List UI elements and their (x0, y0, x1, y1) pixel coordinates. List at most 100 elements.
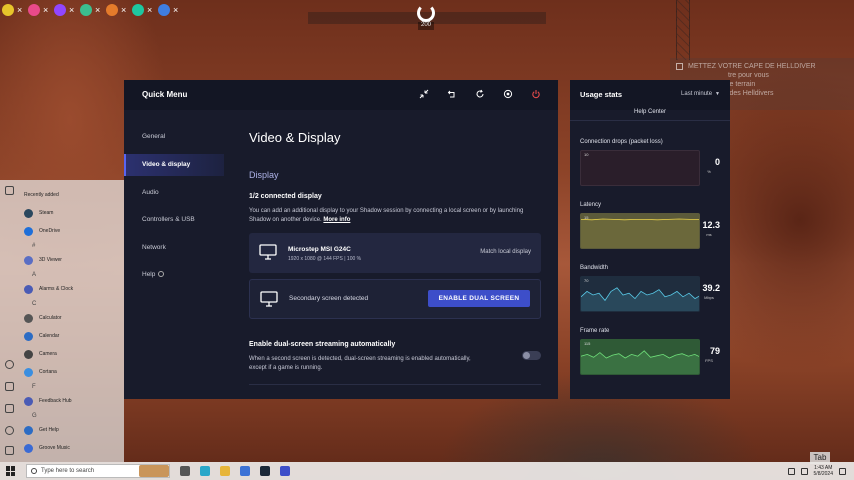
compass-icon (417, 4, 435, 22)
close-icon[interactable]: × (147, 4, 155, 16)
explorer-icon[interactable] (220, 466, 230, 476)
blue-app-icon[interactable] (158, 4, 170, 16)
stat-value: 39.2 (702, 283, 720, 293)
start-app-item[interactable]: Get Help (24, 421, 124, 439)
start-row-label: G (32, 412, 37, 419)
notifications-icon[interactable] (839, 467, 846, 475)
quick-menu-header: Quick Menu (124, 80, 558, 110)
enable-dual-screen-button[interactable]: ENABLE DUAL SCREEN (428, 290, 530, 307)
teal-app-icon[interactable] (132, 4, 144, 16)
secondary-display-card: Secondary screen detected ENABLE DUAL SC… (249, 279, 541, 319)
search-highlight-image (139, 465, 169, 477)
primary-display-name: Microstep MSI G24C (288, 246, 351, 253)
close-icon[interactable]: × (43, 4, 51, 16)
top-app-item: × (28, 3, 51, 17)
quick-menu-nav: General Video & display Audio Controllers &… (124, 110, 224, 399)
start-letter-header: C (24, 298, 124, 309)
start-app-item[interactable]: Camera (24, 345, 124, 363)
start-app-item[interactable]: Calendar (24, 327, 124, 345)
green-app-icon[interactable] (80, 4, 92, 16)
start-row-label: Calculator (39, 315, 62, 321)
minimize-window-icon[interactable] (419, 89, 429, 99)
nav-item-label: Video & display (142, 161, 191, 168)
network-icon[interactable] (787, 467, 795, 475)
stat-label: Bandwidth (580, 265, 609, 271)
record-icon[interactable] (503, 89, 513, 99)
stat-value: 0 (714, 157, 720, 167)
pictures-icon[interactable] (5, 404, 14, 413)
nav-item-help[interactable]: Help (124, 264, 224, 286)
match-local-display-button[interactable]: Match local display (480, 249, 531, 255)
nav-item-audio[interactable]: Audio (124, 182, 224, 204)
shadow-icon[interactable] (280, 466, 290, 476)
task-view-icon[interactable] (180, 466, 190, 476)
stat-axis-label: 10 (584, 152, 589, 157)
yellow-app-icon[interactable] (2, 4, 14, 16)
purple-app-icon[interactable] (54, 4, 66, 16)
start-letter-header: F (24, 381, 124, 392)
help-icon (158, 271, 165, 277)
start-app-item[interactable]: Cortana (24, 363, 124, 381)
period-select[interactable]: Last minute ▼ (681, 91, 720, 97)
start-app-list: Recently added Steam OneDrive #3D Viewer A Al… (24, 186, 124, 457)
reset-icon[interactable] (447, 89, 457, 99)
divider (249, 384, 541, 385)
edge-icon[interactable] (200, 466, 210, 476)
volume-icon[interactable] (800, 467, 808, 475)
hud-distance: 200 (418, 22, 434, 30)
video-display-content: Video & Display Display 1/2 connected di… (249, 110, 549, 399)
close-icon[interactable]: × (17, 4, 25, 16)
top-app-strip: × × × × × × × (2, 3, 181, 17)
pink-app-icon[interactable] (28, 4, 40, 16)
close-icon[interactable]: × (95, 4, 103, 16)
start-menu-rail (0, 180, 20, 462)
more-info-link[interactable]: More info (323, 217, 350, 223)
start-app-item[interactable]: 3D Viewer (24, 251, 124, 269)
close-icon[interactable]: × (69, 4, 77, 16)
settings-icon[interactable] (5, 426, 14, 435)
documents-icon[interactable] (5, 382, 14, 391)
hamburger-icon[interactable] (5, 186, 14, 195)
clock[interactable]: 1:43 AM 5/8/2024 (814, 465, 833, 477)
stat-label: Connection drops (packet loss) (580, 139, 663, 145)
stat-axis-label: 15 (584, 215, 589, 220)
taskbar-search[interactable]: Type here to search (26, 464, 170, 478)
connected-display-description: You can add an additional display to you… (249, 207, 539, 225)
taskbar-pinned-apps (180, 466, 290, 476)
start-app-item[interactable]: OneDrive (24, 222, 124, 240)
steam-icon[interactable] (260, 466, 270, 476)
monitor-icon (259, 244, 277, 260)
primary-display-spec: 1920 x 1080 @ 144 FPS | 100 % (288, 256, 362, 262)
windows-start-icon[interactable] (6, 466, 16, 476)
close-icon[interactable]: × (121, 4, 129, 16)
power-off-icon[interactable] (531, 89, 541, 99)
stat-area (581, 219, 699, 248)
nav-item-general[interactable]: General (124, 126, 224, 148)
start-app-item[interactable]: Calculator (24, 309, 124, 327)
quick-menu-body: General Video & display Audio Controllers &… (124, 110, 558, 399)
usage-stats-header: Usage stats Last minute ▼ (570, 80, 730, 110)
store-icon[interactable] (240, 466, 250, 476)
power-icon[interactable] (5, 446, 14, 455)
start-app-item[interactable]: Groove Music (24, 439, 124, 457)
orange-app-icon[interactable] (106, 4, 118, 16)
nav-item-video-display[interactable]: Video & display (124, 154, 224, 176)
nav-item-label: Audio (142, 189, 159, 196)
help-center-link[interactable]: Help Center (570, 109, 730, 115)
stat-graph (580, 276, 700, 312)
start-menu: Recently added Steam OneDrive #3D Viewer A Al… (0, 180, 124, 462)
nav-item-controllers-usb[interactable]: Controllers & USB (124, 209, 224, 231)
start-app-item[interactable]: Steam (24, 204, 124, 222)
top-app-item: × (2, 3, 25, 17)
quick-menu-panel: Quick Menu General Video & display Audio Co… (124, 80, 558, 399)
start-app-item[interactable]: Feedback Hub (24, 392, 124, 410)
start-row-label: # (32, 242, 36, 249)
user-icon[interactable] (5, 360, 14, 369)
close-icon[interactable]: × (173, 4, 181, 16)
page-title: Video & Display (249, 130, 341, 145)
auto-dual-screen-toggle[interactable] (522, 351, 541, 360)
nav-item-network[interactable]: Network (124, 237, 224, 259)
period-label: Last minute (681, 91, 713, 97)
refresh-icon[interactable] (475, 89, 485, 99)
start-app-item[interactable]: Alarms & Clock (24, 280, 124, 298)
